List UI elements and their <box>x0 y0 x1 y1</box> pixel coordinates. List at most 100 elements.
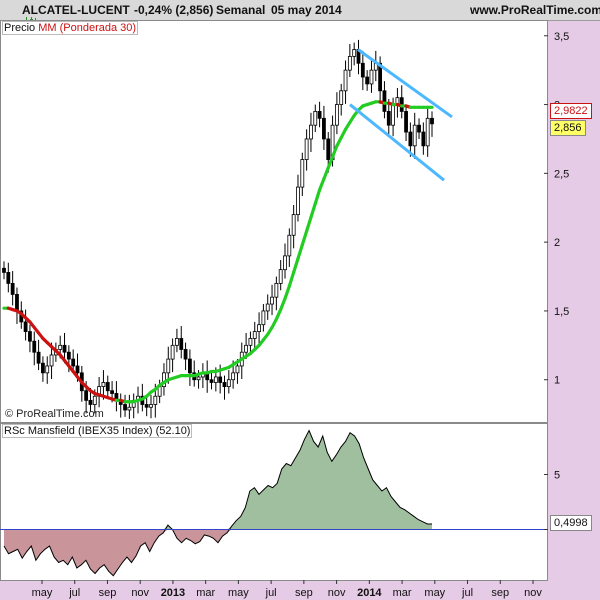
ma-segment <box>309 202 317 219</box>
rsc-y-tick-label: 5 <box>554 470 560 482</box>
y-tick-label: 2,5 <box>554 168 569 180</box>
price-value-badge: 2,856 <box>550 120 586 136</box>
candle-body <box>257 324 261 332</box>
candle-body <box>278 269 283 284</box>
candle-body <box>144 404 149 408</box>
candle-body <box>244 344 249 353</box>
ma-segment <box>296 243 304 261</box>
candle-body <box>222 382 227 388</box>
candle-body <box>352 49 357 57</box>
ma-segment <box>317 177 326 192</box>
chart-window: ALCATEL-LUCENT -0,24% (2,856) Semanal 05… <box>0 0 600 600</box>
candle-body <box>49 354 54 367</box>
y-tick-label: 1,5 <box>554 306 569 318</box>
candle-body <box>386 111 391 126</box>
candle-body <box>347 55 352 71</box>
candle-body <box>334 104 339 126</box>
candle-body <box>270 296 274 305</box>
candle-body <box>322 117 326 140</box>
candle-body <box>265 303 270 312</box>
x-tick-label: nov <box>524 587 542 599</box>
candle-body <box>187 358 192 374</box>
candle-body <box>101 382 106 388</box>
candle-body <box>343 69 348 92</box>
x-tick-label: 2014 <box>357 587 382 599</box>
candle-body <box>261 310 266 326</box>
candle-body <box>287 234 292 257</box>
x-tick-label: sep <box>99 587 117 599</box>
candle-body <box>283 255 287 271</box>
candle-body <box>110 390 114 394</box>
candle-body <box>71 358 76 367</box>
candle-body <box>235 365 240 374</box>
candle-body <box>313 111 318 126</box>
candle-body <box>291 214 296 236</box>
copyright: © ProRealTime.com <box>5 408 104 420</box>
x-tick-label: nov <box>328 587 346 599</box>
candle-body <box>105 382 110 392</box>
candle-body <box>252 331 257 339</box>
candle-body <box>88 399 93 405</box>
candle-body <box>425 117 430 147</box>
candle-body <box>28 331 32 342</box>
y-tick-label: 3,5 <box>554 31 569 43</box>
ma-segment <box>322 166 330 181</box>
candle-body <box>326 138 331 160</box>
candle-body <box>404 111 408 133</box>
candle-body <box>412 124 417 147</box>
x-tick-label: jul <box>461 587 473 599</box>
candle-body <box>213 376 218 383</box>
candle-body <box>170 344 175 360</box>
candle-body <box>360 62 365 78</box>
candle-body <box>92 395 97 405</box>
x-tick-label: mar <box>393 587 412 599</box>
candle-body <box>2 267 6 273</box>
y-tick-label: 2 <box>554 237 560 249</box>
candle-body <box>226 379 231 388</box>
candle-body <box>166 358 171 374</box>
candle-body <box>382 90 387 112</box>
x-tick-label: may <box>424 587 445 599</box>
candle-body <box>339 90 344 105</box>
candle-body <box>36 351 41 364</box>
chart-canvas: 3,532,521,515mayjulsepnov2013marmayjulse… <box>0 31 569 599</box>
x-tick-label: jul <box>68 587 80 599</box>
candle-body <box>149 404 153 408</box>
candle-body <box>10 283 15 295</box>
candle-body <box>417 124 421 133</box>
candle-body <box>123 404 127 411</box>
candle-body <box>58 344 63 350</box>
x-tick-label: may <box>228 587 249 599</box>
candle-body <box>6 272 11 284</box>
candle-body <box>304 138 309 160</box>
ma-segment <box>300 229 309 247</box>
candle-body <box>218 376 223 383</box>
candle-body <box>179 338 184 350</box>
candle-body <box>391 104 395 126</box>
candle-body <box>296 186 300 216</box>
candle-body <box>41 362 45 374</box>
ma-value-badge: 2,9822 <box>550 103 592 119</box>
candle-body <box>75 365 80 374</box>
candle-body <box>45 365 50 374</box>
x-tick-label: 2013 <box>161 587 185 599</box>
candle-body <box>66 351 71 360</box>
x-tick-label: may <box>32 587 53 599</box>
ma-segment <box>287 270 296 288</box>
rsc-area-negative <box>4 529 432 576</box>
rsc-value-badge: 0,4998 <box>550 515 592 531</box>
candle-body <box>127 406 132 411</box>
x-tick-label: sep <box>295 587 313 599</box>
candle-body <box>153 395 158 405</box>
x-tick-label: jul <box>265 587 277 599</box>
ma-segment <box>313 188 322 206</box>
candle-body <box>309 124 313 140</box>
rsc-area-positive <box>4 430 432 530</box>
x-tick-label: sep <box>491 587 509 599</box>
ma-segment <box>283 284 291 301</box>
candle-body <box>196 376 201 381</box>
candle-body <box>32 340 37 353</box>
candle-body <box>84 390 89 401</box>
ma-segment <box>279 296 287 312</box>
candle-body <box>183 349 188 360</box>
